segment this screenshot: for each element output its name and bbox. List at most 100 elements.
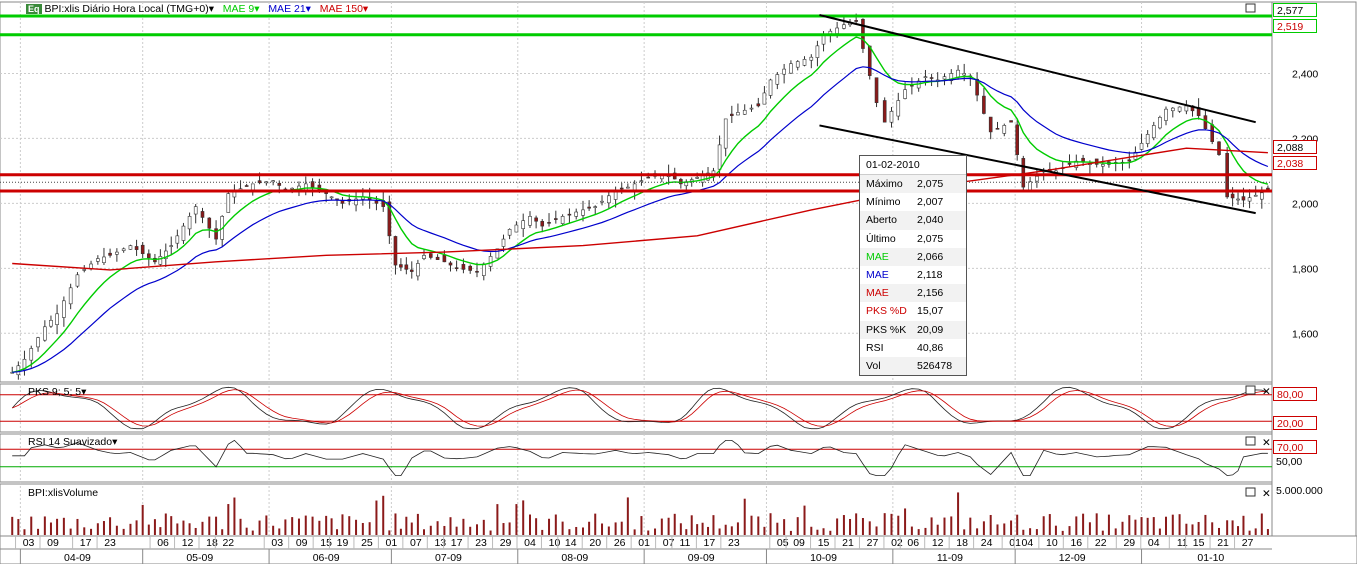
price-tick-label: 2,000 — [1292, 198, 1318, 210]
candle-body — [193, 206, 198, 215]
candle-body — [802, 59, 807, 66]
candle-body — [200, 211, 205, 218]
panel-frame — [0, 433, 1273, 483]
volume-bar — [541, 529, 544, 535]
info-value: 40,86 — [917, 341, 944, 354]
info-row: PKS %K 20,09 — [860, 320, 966, 339]
x-day-label: 03 — [271, 537, 283, 549]
x-day-label: 10 — [549, 537, 561, 549]
volume-bar — [789, 530, 792, 535]
candle-body — [560, 216, 565, 224]
info-value: 20,09 — [917, 323, 944, 336]
info-row: RSI 40,86 — [860, 339, 966, 357]
candle-body — [749, 107, 754, 110]
candle-body — [795, 61, 800, 68]
candle-body — [1184, 105, 1189, 112]
volume-bar — [730, 526, 733, 535]
volume-bar — [361, 522, 364, 535]
candle-body — [1002, 125, 1007, 134]
volume-bar — [1185, 523, 1188, 535]
x-month-label: 06-09 — [313, 552, 340, 564]
volume-bar — [96, 523, 99, 535]
price-label-2519: 2,519 — [1273, 19, 1317, 33]
price-label-2038: 2,038 — [1273, 156, 1317, 170]
candle-body — [607, 195, 611, 204]
volume-bar — [601, 523, 604, 535]
rsi-panel-title[interactable]: RSI 14 Suavizado▾ — [28, 436, 117, 448]
candle-body — [639, 180, 644, 182]
chevron-down-icon[interactable]: ▾ — [254, 3, 259, 15]
x-day-label: 07 — [663, 537, 675, 549]
volume-bar — [554, 514, 557, 535]
volume-bar — [1010, 520, 1013, 535]
volume-bar — [76, 518, 79, 535]
volume-bar — [917, 529, 920, 535]
candle-body — [393, 236, 398, 266]
volume-bar — [816, 529, 819, 535]
pks-panel-title[interactable]: PKS 9; 5; 5▾ — [28, 386, 86, 398]
volume-bar — [1266, 529, 1269, 535]
volume-bar — [1075, 516, 1078, 535]
volume-bar — [502, 523, 505, 535]
candle-body — [442, 254, 447, 263]
volume-bar — [822, 528, 825, 535]
info-row: Mínimo 2,007 — [860, 193, 966, 211]
x-day-label: 21 — [842, 537, 854, 549]
candle-body — [867, 45, 872, 76]
candle-body — [290, 187, 294, 190]
volume-bar — [311, 516, 314, 535]
candle-body — [1230, 193, 1235, 199]
chevron-down-icon[interactable]: ▾ — [306, 3, 311, 15]
volume-bar — [763, 526, 766, 535]
volume-bar — [810, 526, 813, 535]
info-label: Mínimo — [866, 196, 901, 209]
candle-body — [250, 183, 255, 191]
volume-bar — [1048, 514, 1051, 535]
candle-body — [214, 228, 218, 240]
volume-bar — [325, 515, 328, 535]
candle-body — [962, 73, 966, 76]
chevron-down-icon[interactable]: ▾ — [209, 3, 214, 15]
candle-body — [75, 274, 80, 287]
ma2-legend[interactable]: MAE 21 — [268, 3, 305, 15]
volume-bar — [221, 529, 224, 535]
symbol-title[interactable]: BPI:xlis Diário Hora Local (TMG+0) — [44, 3, 208, 15]
volume-bar — [194, 527, 197, 535]
x-day-label: 13 — [434, 537, 446, 549]
volume-bar — [963, 529, 966, 535]
x-day-label: 29 — [1123, 537, 1135, 549]
x-day-label: 06 — [157, 537, 169, 549]
candle-body — [501, 238, 506, 247]
info-value: 2,007 — [917, 196, 944, 209]
candle-body — [409, 269, 414, 272]
chevron-down-icon[interactable]: ▾ — [363, 3, 368, 15]
x-day-label: 18 — [956, 537, 968, 549]
volume-bar — [11, 516, 14, 535]
candle-body — [528, 216, 532, 226]
price-label-2088: 2,088 — [1273, 140, 1317, 154]
candle-body — [854, 20, 858, 22]
candle-body — [874, 77, 879, 103]
pks-level-80: 80,00 — [1273, 387, 1317, 401]
volume-bar — [272, 525, 275, 535]
candle-body — [809, 56, 814, 61]
candle-body — [789, 63, 793, 74]
volume-bar — [429, 525, 432, 535]
volume-bar — [582, 527, 584, 535]
volume-bar — [640, 516, 643, 535]
candle-body — [1139, 142, 1144, 150]
info-row: Vol 526478 — [860, 356, 966, 376]
x-month-label: 11-09 — [937, 552, 963, 564]
ma3-legend[interactable]: MAE 150 — [320, 3, 363, 15]
x-day-label: 05 — [777, 537, 789, 549]
volume-scale: 5.000.000 — [1276, 485, 1323, 497]
volume-bar — [897, 515, 900, 535]
candle-body — [835, 27, 839, 34]
volume-bar — [1068, 526, 1071, 535]
volume-bar — [561, 521, 564, 535]
ma1-legend[interactable]: MAE 9 — [223, 3, 255, 15]
volume-bar — [382, 495, 385, 535]
info-label: Aberto — [866, 214, 897, 227]
volume-bar — [1022, 529, 1025, 535]
volume-bar — [690, 515, 693, 535]
